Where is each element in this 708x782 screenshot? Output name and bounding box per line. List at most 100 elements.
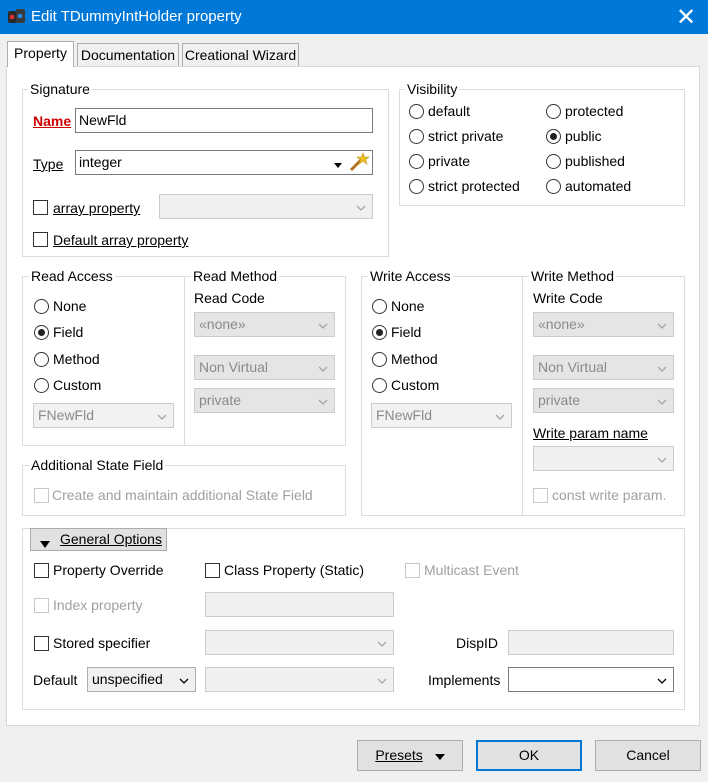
read-virtual-value: Non Virtual (199, 359, 269, 375)
write-visibility-combo: private (533, 388, 674, 413)
write-custom-label: Custom (391, 377, 440, 393)
visibility-default-radio[interactable] (409, 104, 424, 119)
tab-property[interactable]: Property (7, 41, 74, 67)
class-property-checkbox[interactable] (205, 563, 220, 578)
type-combo[interactable]: integer (75, 150, 373, 175)
write-group-divider (522, 276, 523, 516)
default-array-checkbox[interactable] (33, 232, 48, 247)
read-none-label: None (53, 298, 87, 314)
stored-specifier-label: Stored specifier (53, 635, 151, 651)
read-code-label: Read Code (194, 290, 265, 306)
chevron-down-icon (657, 360, 667, 372)
type-value: integer (79, 154, 122, 170)
visibility-automated-radio[interactable] (546, 179, 561, 194)
read-visibility-combo: private (194, 388, 335, 413)
triangle-down-icon (434, 742, 445, 770)
cancel-button[interactable]: Cancel (595, 740, 701, 771)
app-logo-icon (7, 8, 27, 26)
write-method-group-label: Write Method (529, 268, 616, 284)
visibility-default-label: default (428, 103, 471, 119)
write-code-label: Write Code (533, 290, 603, 306)
visibility-strict-protected-label: strict protected (428, 178, 520, 194)
read-code-combo: «none» (194, 312, 335, 337)
index-value-field (205, 592, 394, 617)
multicast-event-label: Multicast Event (424, 562, 519, 578)
write-custom-radio[interactable] (372, 378, 387, 393)
chevron-down-icon (657, 672, 667, 684)
presets-label: Presets (375, 747, 423, 763)
multicast-event-checkbox (405, 563, 420, 578)
default-extra-combo (205, 667, 394, 692)
read-virtual-combo: Non Virtual (194, 355, 335, 380)
magic-wand-icon[interactable] (348, 152, 370, 172)
index-property-label: Index property (53, 597, 143, 613)
read-code-value: «none» (199, 316, 246, 332)
write-param-name-label: Write param name (533, 425, 648, 441)
visibility-strict-protected-radio[interactable] (409, 179, 424, 194)
chevron-down-icon (179, 672, 189, 684)
implements-combo[interactable] (508, 667, 674, 692)
tab-creational-wizard[interactable]: Creational Wizard (182, 43, 299, 66)
visibility-private-radio[interactable] (409, 154, 424, 169)
name-label: Name (33, 113, 72, 129)
const-write-param-checkbox (533, 488, 548, 503)
read-visibility-value: private (199, 392, 242, 408)
default-combo[interactable]: unspecified (87, 667, 196, 692)
visibility-published-label: published (565, 153, 625, 169)
write-code-combo: «none» (533, 312, 674, 337)
close-icon[interactable]: ✕ (672, 3, 700, 31)
write-method-label: Method (391, 351, 438, 367)
create-state-field-label: Create and maintain additional State Fie… (52, 487, 313, 503)
write-none-radio[interactable] (372, 299, 387, 314)
tab-documentation[interactable]: Documentation (77, 43, 179, 66)
visibility-published-radio[interactable] (546, 154, 561, 169)
write-param-name-combo (533, 446, 674, 471)
index-property-checkbox (34, 598, 49, 613)
presets-button[interactable]: Presets (357, 740, 463, 771)
general-options-label: General Options (60, 531, 162, 547)
array-property-checkbox[interactable] (33, 200, 48, 215)
write-field-value: FNewFld (376, 407, 433, 423)
write-field-combo[interactable]: FNewFld (371, 403, 512, 428)
chevron-down-icon (495, 408, 505, 420)
name-input[interactable]: NewFld (75, 108, 373, 133)
general-options-toggle[interactable]: General Options (30, 528, 167, 551)
read-method-group-label: Read Method (191, 268, 280, 284)
dispid-field (508, 630, 674, 655)
visibility-public-radio[interactable] (546, 129, 561, 144)
write-field-label: Field (391, 324, 422, 340)
stored-specifier-combo (205, 630, 394, 655)
read-method-radio[interactable] (34, 352, 49, 367)
signature-group-label: Signature (28, 81, 92, 97)
visibility-automated-label: automated (565, 178, 632, 194)
read-none-radio[interactable] (34, 299, 49, 314)
visibility-private-label: private (428, 153, 471, 169)
chevron-down-icon (657, 393, 667, 405)
write-access-group-label: Write Access (368, 268, 453, 284)
array-index-combo (159, 194, 373, 219)
write-field-radio[interactable] (372, 325, 387, 340)
read-field-radio[interactable] (34, 325, 49, 340)
chevron-down-icon (377, 672, 387, 684)
ok-button[interactable]: OK (476, 740, 582, 771)
type-label: Type (33, 156, 64, 172)
visibility-strict-private-label: strict private (428, 128, 504, 144)
read-field-combo[interactable]: FNewFld (33, 403, 174, 428)
chevron-down-icon (356, 199, 366, 211)
visibility-strict-private-radio[interactable] (409, 129, 424, 144)
const-write-param-label: const write param. (552, 487, 667, 503)
title-bar: Edit TDummyIntHolder property ✕ (0, 0, 708, 34)
read-custom-radio[interactable] (34, 378, 49, 393)
stored-specifier-checkbox[interactable] (34, 636, 49, 651)
create-state-field-checkbox (34, 488, 49, 503)
write-none-label: None (391, 298, 425, 314)
chevron-down-icon (318, 317, 328, 329)
type-dropdown-arrow-icon[interactable] (333, 157, 343, 168)
chevron-down-icon (377, 635, 387, 647)
default-value: unspecified (92, 671, 163, 687)
visibility-protected-radio[interactable] (546, 104, 561, 119)
state-field-group-label: Additional State Field (29, 457, 166, 473)
property-override-checkbox[interactable] (34, 563, 49, 578)
write-method-radio[interactable] (372, 352, 387, 367)
read-custom-label: Custom (53, 377, 102, 393)
